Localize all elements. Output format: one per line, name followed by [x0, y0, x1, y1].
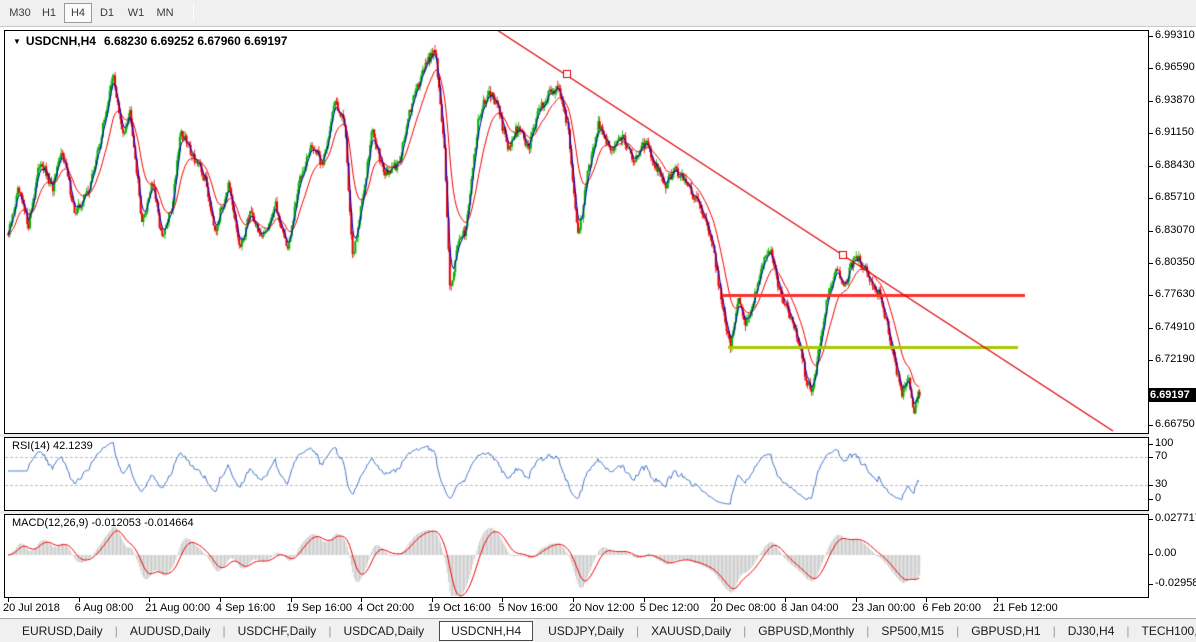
price-axis-tick — [1148, 263, 1153, 264]
toolbar-separator — [193, 3, 194, 21]
chart-symbol-label: USDCNH,H4 — [26, 34, 96, 48]
rsi-axis-label: 70 — [1155, 450, 1167, 462]
symbol-tab-usdcad-daily[interactable]: USDCAD,Daily — [331, 621, 436, 641]
symbol-tab-usdcnh-h4[interactable]: USDCNH,H4 — [439, 621, 533, 641]
price-axis-tick — [1148, 36, 1153, 37]
price-axis-label: 6.66750 — [1155, 418, 1195, 430]
rsi-axis-label: 100 — [1155, 437, 1173, 449]
timeframe-tab-h1[interactable]: H1 — [35, 3, 63, 23]
price-axis-tick — [1148, 425, 1153, 426]
symbol-tab-audusd-daily[interactable]: AUDUSD,Daily — [118, 621, 223, 641]
price-axis-label: 6.85710 — [1155, 191, 1195, 203]
price-axis-label: 6.93870 — [1155, 94, 1195, 106]
price-axis-column: 6.69197 6.99310 6.96590 6.93870 6.91150 6.88… — [1149, 27, 1196, 618]
time-axis-label: 6 Feb 20:00 — [922, 602, 981, 614]
symbol-tab-eurusd-daily[interactable]: EURUSD,Daily — [10, 621, 115, 641]
rsi-panel: RSI(14) 42.1239 — [4, 437, 1149, 511]
macd-axis-tick — [1148, 519, 1153, 520]
time-axis-label: 21 Aug 00:00 — [145, 602, 210, 614]
symbol-tab-usdjpy-daily[interactable]: USDJPY,Daily — [536, 621, 636, 641]
chart-window: ▼ USDCNH,H4 6.68230 6.69252 6.67960 6.6919… — [0, 27, 1196, 618]
macd-label: MACD(12,26,9) -0.012053 -0.014664 — [12, 517, 194, 529]
rsi-axis-tick — [1148, 444, 1153, 445]
rsi-canvas[interactable] — [5, 438, 1148, 510]
price-axis-tick — [1148, 328, 1153, 329]
rsi-label: RSI(14) 42.1239 — [12, 440, 93, 452]
rsi-axis-label: 0 — [1155, 492, 1161, 504]
time-axis-label: 8 Jan 04:00 — [781, 602, 839, 614]
macd-axis-tick — [1148, 584, 1153, 585]
macd-title: MACD(12,26,9) — [12, 517, 88, 529]
rsi-axis-tick — [1148, 499, 1153, 500]
time-axis-label: 5 Dec 12:00 — [640, 602, 699, 614]
time-axis-label: 19 Oct 16:00 — [428, 602, 491, 614]
price-axis-tick — [1148, 295, 1153, 296]
price-axis-label: 6.77630 — [1155, 288, 1195, 300]
rsi-title: RSI(14) — [12, 440, 50, 452]
time-axis: 20 Jul 2018 6 Aug 08:00 21 Aug 00:00 4 Sep … — [0, 598, 1196, 618]
time-axis-label: 6 Aug 08:00 — [75, 602, 134, 614]
price-axis-label: 6.83070 — [1155, 224, 1195, 236]
price-axis-label: 6.91150 — [1155, 126, 1194, 138]
price-axis-label: 6.88430 — [1155, 159, 1195, 171]
timeframe-tab-h4[interactable]: H4 — [64, 3, 92, 23]
chart-title-bar: ▼ USDCNH,H4 6.68230 6.69252 6.67960 6.6919… — [13, 34, 287, 48]
time-axis-label: 23 Jan 00:00 — [852, 602, 916, 614]
timeframe-tab-m30[interactable]: M30 — [6, 3, 34, 23]
price-axis-tick — [1148, 133, 1153, 134]
symbol-tab-gbpusd-monthly[interactable]: GBPUSD,Monthly — [746, 621, 866, 641]
symbol-tab-bar: EURUSD,Daily|AUDUSD,Daily|USDCHF,Daily|U… — [0, 618, 1196, 642]
collapse-chart-icon[interactable]: ▼ — [13, 37, 21, 46]
price-axis-label: 6.74910 — [1155, 321, 1195, 333]
price-axis-tick — [1148, 231, 1153, 232]
price-axis-label: 6.72190 — [1155, 353, 1195, 365]
price-axis-tick — [1148, 68, 1153, 69]
rsi-axis-tick — [1148, 457, 1153, 458]
macd-values: -0.012053 -0.014664 — [91, 517, 193, 529]
symbol-tab-sp500-m15[interactable]: SP500,M15 — [869, 621, 956, 641]
time-axis-label: 21 Feb 12:00 — [993, 602, 1058, 614]
symbol-tab-usdchf-daily[interactable]: USDCHF,Daily — [226, 621, 329, 641]
symbol-tab-tech100-h1[interactable]: TECH100,H1 — [1130, 621, 1196, 641]
price-axis-label: 6.99310 — [1155, 29, 1195, 41]
price-axis-label: 6.96590 — [1155, 61, 1195, 73]
timeframe-tab-d1[interactable]: D1 — [93, 3, 121, 23]
macd-axis-label: -0.029582 — [1155, 577, 1196, 589]
rsi-axis-tick — [1148, 485, 1153, 486]
macd-panel: MACD(12,26,9) -0.012053 -0.014664 — [4, 514, 1149, 598]
time-axis-label: 19 Sep 16:00 — [287, 602, 352, 614]
price-axis-tick — [1148, 166, 1153, 167]
rsi-value: 42.1239 — [53, 440, 93, 452]
price-axis-tick — [1148, 198, 1153, 199]
main-chart-panel: ▼ USDCNH,H4 6.68230 6.69252 6.67960 6.6919… — [4, 30, 1149, 434]
time-axis-label: 4 Sep 16:00 — [216, 602, 275, 614]
price-axis-tick — [1148, 360, 1153, 361]
macd-axis-tick — [1148, 554, 1153, 555]
symbol-tab-gbpusd-h1[interactable]: GBPUSD,H1 — [959, 621, 1052, 641]
price-chart-canvas[interactable] — [5, 31, 1148, 433]
time-axis-label: 20 Dec 08:00 — [710, 602, 775, 614]
macd-axis-label: 0.027717 — [1155, 512, 1196, 524]
macd-axis-label: 0.00 — [1155, 547, 1176, 559]
time-axis-label: 4 Oct 20:00 — [357, 602, 414, 614]
timeframe-toolbar: M30H1H4D1W1MN — [0, 0, 1196, 27]
timeframe-tab-w1[interactable]: W1 — [122, 3, 150, 23]
price-axis-tick — [1148, 101, 1153, 102]
rsi-axis-label: 30 — [1155, 478, 1167, 490]
time-axis-label: 20 Nov 12:00 — [569, 602, 634, 614]
time-axis-label: 5 Nov 16:00 — [498, 602, 557, 614]
current-price-tag: 6.69197 — [1148, 388, 1196, 402]
chart-ohlc-values: 6.68230 6.69252 6.67960 6.69197 — [104, 34, 288, 48]
mt4-terminal-window: M30H1H4D1W1MN ▼ USDCNH,H4 6.68230 6.69252 … — [0, 0, 1196, 642]
symbol-tab-xauusd-daily[interactable]: XAUUSD,Daily — [639, 621, 743, 641]
time-axis-label: 20 Jul 2018 — [3, 602, 60, 614]
price-axis-label: 6.80350 — [1155, 256, 1195, 268]
timeframe-tab-mn[interactable]: MN — [151, 3, 179, 23]
symbol-tab-dj30-h4[interactable]: DJ30,H4 — [1056, 621, 1127, 641]
